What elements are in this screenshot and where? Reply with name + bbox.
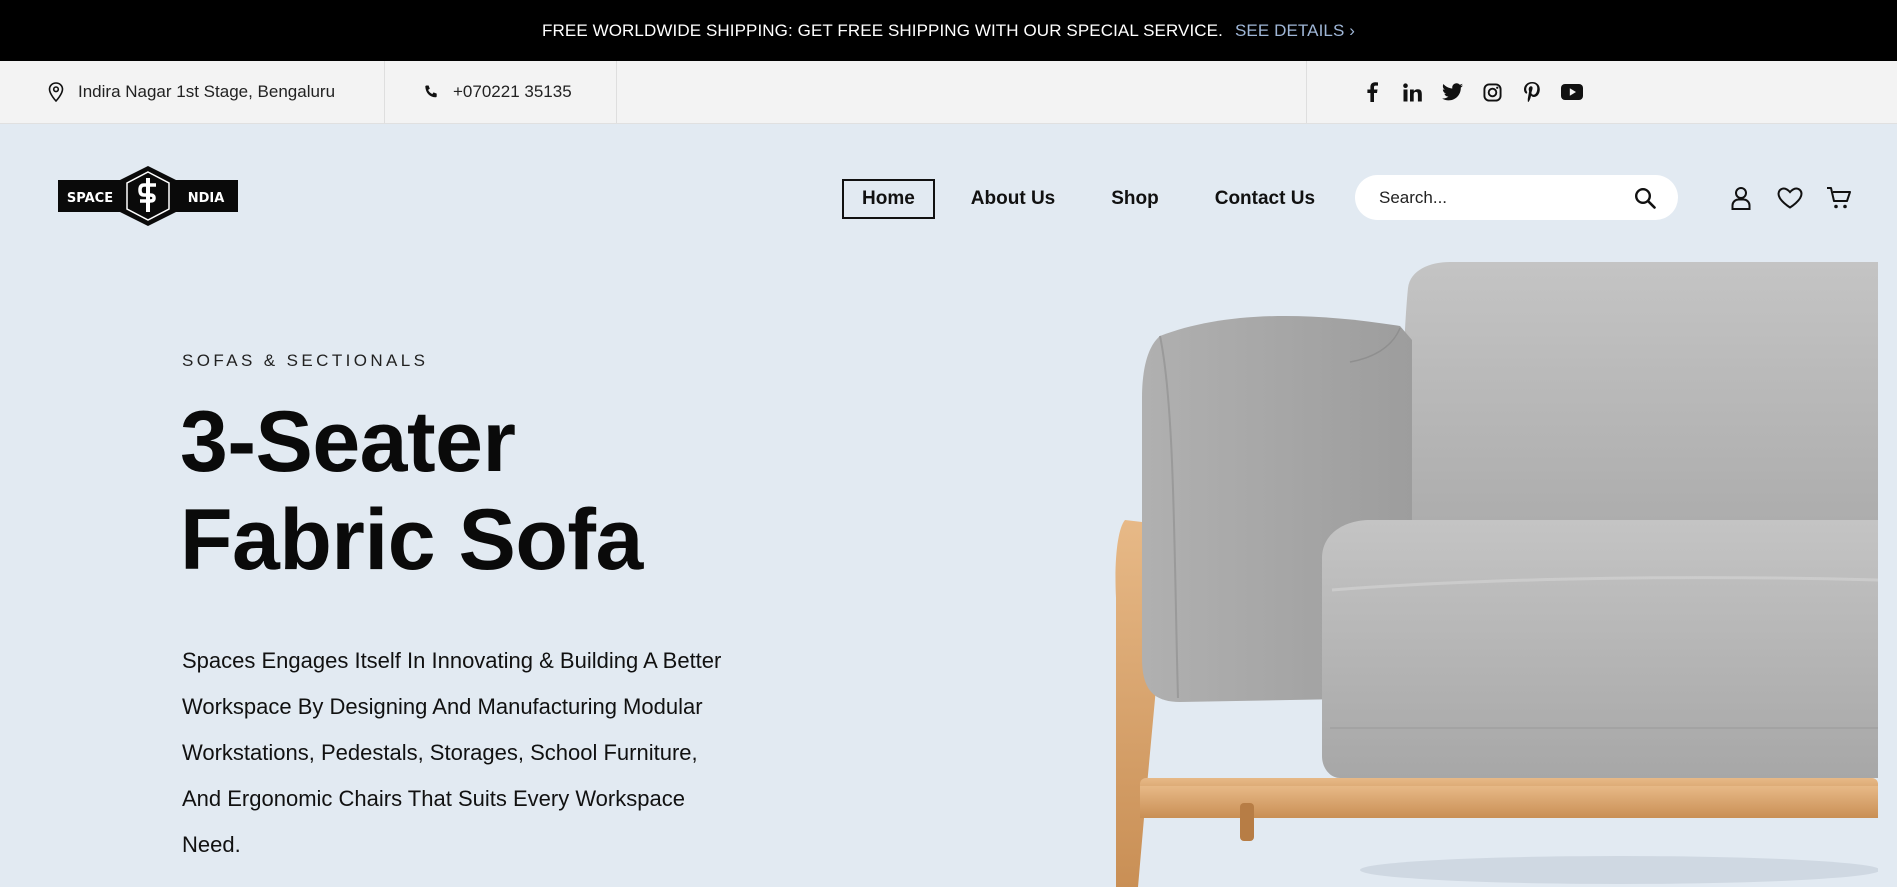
divider: [616, 61, 617, 123]
phone-icon: [425, 85, 437, 98]
search-box: [1355, 175, 1678, 220]
svg-text:NDIA: NDIA: [188, 191, 225, 206]
wishlist-icon[interactable]: [1765, 182, 1814, 214]
nav-home[interactable]: Home: [842, 179, 935, 219]
instagram-icon[interactable]: [1472, 80, 1512, 104]
pinterest-icon[interactable]: [1512, 80, 1552, 104]
header-actions: [1716, 182, 1863, 214]
brand-logo[interactable]: SPACE NDIA: [58, 166, 238, 226]
social-links: [1352, 61, 1592, 123]
linkedin-icon[interactable]: [1392, 80, 1432, 104]
hero-description: Spaces Engages Itself In Innovating & Bu…: [182, 648, 722, 857]
announcement-text: FREE WORLDWIDE SHIPPING: GET FREE SHIPPI…: [542, 20, 1223, 40]
map-pin-icon: [48, 82, 64, 102]
hero-title: 3-Seater Fabric Sofa: [180, 393, 643, 589]
search-input[interactable]: [1379, 187, 1634, 208]
nav-shop[interactable]: Shop: [1091, 179, 1179, 219]
search-icon[interactable]: [1634, 187, 1656, 209]
facebook-icon[interactable]: [1352, 80, 1392, 104]
cart-icon[interactable]: [1814, 182, 1863, 214]
divider: [384, 61, 385, 123]
hero-category: SOFAS & SECTIONALS: [182, 351, 429, 370]
see-details-link[interactable]: SEE DETAILS ›: [1235, 21, 1355, 41]
location-text: Indira Nagar 1st Stage, Bengaluru: [78, 82, 336, 101]
info-bar: Indira Nagar 1st Stage, Bengaluru +07022…: [0, 61, 1897, 124]
hero-title-line-2: Fabric Sofa: [180, 492, 643, 588]
nav-contact-us[interactable]: Contact Us: [1195, 179, 1335, 219]
account-icon[interactable]: [1716, 182, 1765, 214]
hero-title-line-1: 3-Seater: [180, 394, 516, 490]
phone-text: +070221 35135: [453, 82, 572, 101]
twitter-icon[interactable]: [1432, 80, 1472, 104]
phone-info[interactable]: +070221 35135: [423, 61, 572, 123]
youtube-icon[interactable]: [1552, 80, 1592, 104]
sofa-image: [1100, 258, 1880, 887]
divider: [1306, 61, 1307, 123]
site-header: SPACE NDIA Home About Us Shop Contact Us: [0, 124, 1897, 269]
location-info: Indira Nagar 1st Stage, Bengaluru: [48, 61, 335, 123]
main-nav: Home About Us Shop Contact Us: [842, 179, 1351, 219]
svg-text:SPACE: SPACE: [67, 191, 113, 206]
nav-about-us[interactable]: About Us: [951, 179, 1075, 219]
announcement-bar: FREE WORLDWIDE SHIPPING: GET FREE SHIPPI…: [0, 0, 1897, 61]
